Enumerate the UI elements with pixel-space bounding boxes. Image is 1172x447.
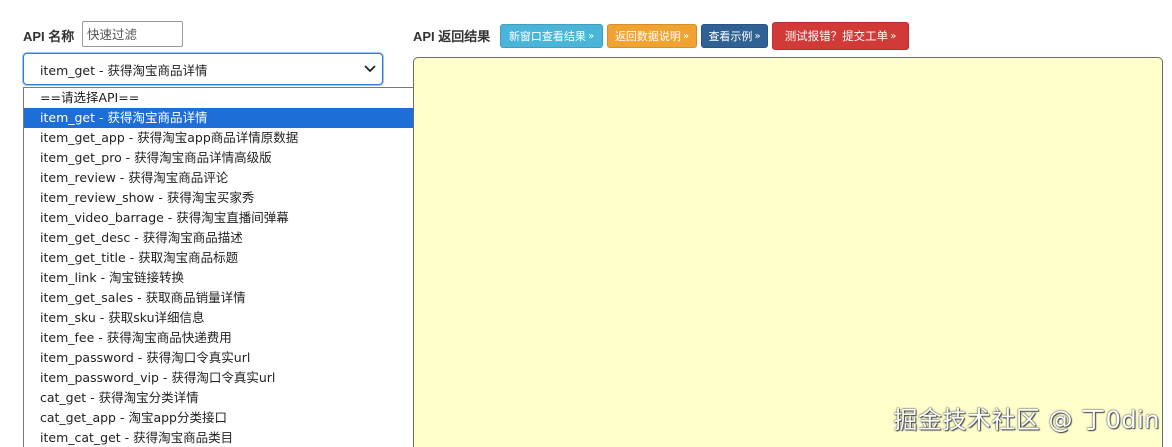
dropdown-option[interactable]: item_link - 淘宝链接转换 xyxy=(24,268,420,288)
dropdown-option[interactable]: item_password_vip - 获得淘口令真实url xyxy=(24,368,420,388)
report-error-button[interactable]: 测试报错？提交工单» xyxy=(772,22,909,50)
dropdown-option[interactable]: item_get_app - 获得淘宝app商品详情原数据 xyxy=(24,128,420,148)
api-select-value: item_get - 获得淘宝商品详情 xyxy=(40,62,208,78)
double-arrow-icon: » xyxy=(587,30,595,42)
api-options: ==请选择API== item_get - 获得淘宝商品详情 item_get_ap… xyxy=(24,88,420,447)
dropdown-option[interactable]: item_review_show - 获得淘宝买家秀 xyxy=(24,188,420,208)
watermark: 掘金技术社区 @ 丁0din xyxy=(893,406,1160,434)
dropdown-option[interactable]: ==请选择API== xyxy=(24,88,420,108)
data-doc-label: 返回数据说明 xyxy=(614,30,681,43)
dropdown-option[interactable]: item_password - 获得淘口令真实url xyxy=(24,348,420,368)
dropdown-option[interactable]: item_video_barrage - 获得淘宝直播间弹幕 xyxy=(24,208,420,228)
dropdown-option[interactable]: item_get_sales - 获取商品销量详情 xyxy=(24,288,420,308)
dropdown-option[interactable]: item_get_title - 获取淘宝商品标题 xyxy=(24,248,420,268)
open-new-window-label: 新窗口查看结果 xyxy=(508,30,586,43)
dropdown-option[interactable]: cat_get - 获得淘宝分类详情 xyxy=(24,388,420,408)
dropdown-option[interactable]: item_fee - 获得淘宝商品快递费用 xyxy=(24,328,420,348)
dropdown-option[interactable]: cat_get_app - 淘宝app分类接口 xyxy=(24,408,420,428)
double-arrow-icon: » xyxy=(890,30,897,42)
api-select[interactable]: item_get - 获得淘宝商品详情 xyxy=(23,53,383,85)
open-new-window-button[interactable]: 新窗口查看结果» xyxy=(500,24,603,48)
dropdown-option[interactable]: item_get_pro - 获得淘宝商品详情高级版 xyxy=(24,148,420,168)
dropdown-option[interactable]: item_sku - 获取sku详细信息 xyxy=(24,308,420,328)
api-result-label: API 返回结果 xyxy=(413,29,491,44)
data-doc-button[interactable]: 返回数据说明» xyxy=(607,24,697,48)
api-name-label: API 名称 xyxy=(23,29,75,44)
chevron-down-icon xyxy=(358,54,382,84)
dropdown-option[interactable]: item_review - 获得淘宝商品评论 xyxy=(24,168,420,188)
double-arrow-icon: » xyxy=(682,30,690,42)
view-example-label: 查看示例 xyxy=(708,30,753,43)
api-test-page: API 名称 item_get - 获得淘宝商品详情 ==请选择API==ite… xyxy=(0,0,1172,447)
report-error-label: 测试报错？提交工单 xyxy=(784,29,889,43)
view-example-button[interactable]: 查看示例» xyxy=(701,24,768,48)
dropdown-option-selected[interactable]: item_get - 获得淘宝商品详情 xyxy=(24,108,420,128)
dropdown-option[interactable]: item_get_desc - 获得淘宝商品描述 xyxy=(24,228,420,248)
api-result-panel[interactable] xyxy=(413,57,1163,447)
api-dropdown-list: ==请选择API== item_get - 获得淘宝商品详情 item_get_ap… xyxy=(23,87,437,447)
double-arrow-icon: » xyxy=(754,30,761,42)
quick-filter-input[interactable] xyxy=(82,21,183,47)
dropdown-option[interactable]: item_cat_get - 获得淘宝商品类目 xyxy=(24,428,420,447)
